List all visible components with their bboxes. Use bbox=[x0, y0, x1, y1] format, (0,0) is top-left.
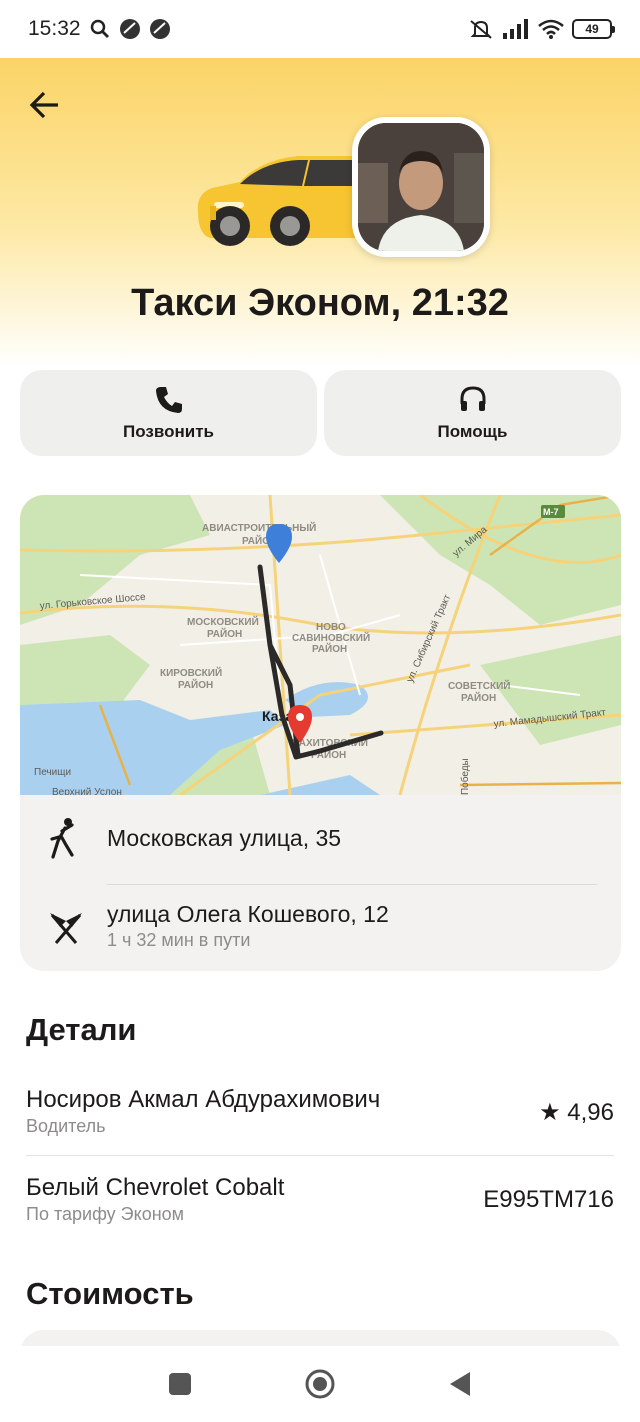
status-time: 15:32 bbox=[28, 17, 81, 40]
arrow-left-icon bbox=[29, 91, 58, 119]
driver-name: Носиров Акмал Абдурахимович bbox=[26, 1086, 381, 1113]
map-label-savinovsky: САВИНОВСКИЙ bbox=[292, 631, 370, 644]
search-icon bbox=[90, 19, 109, 38]
driver-row[interactable]: Носиров Акмал Абдурахимович Водитель ★ 4… bbox=[26, 1086, 614, 1137]
map-label-savinovsky-district: РАЙОН bbox=[312, 642, 347, 655]
map-label-aviastroitelny: АВИАСТРОИТЕЛЬНЫЙ bbox=[202, 521, 316, 534]
silent-bell-icon bbox=[470, 20, 492, 39]
map-label-pechishchi: Печищи bbox=[34, 767, 71, 778]
map-label-novo: НОВО bbox=[316, 622, 346, 633]
call-button-label: Позвонить bbox=[123, 422, 214, 441]
details-divider bbox=[26, 1155, 614, 1156]
headset-icon bbox=[460, 386, 485, 411]
driver-avatar bbox=[352, 117, 490, 257]
home-button[interactable] bbox=[300, 1364, 340, 1404]
route-map[interactable]: АВИАСТРОИТЕЛЬНЫЙ РАЙОН МОСКОВСКИЙ РАЙОН … bbox=[20, 495, 621, 795]
map-label-verkhny-uslon: Верхний Услон bbox=[52, 787, 122, 795]
pickup-address: Московская улица, 35 bbox=[107, 825, 342, 851]
map-label-sovetsky: СОВЕТСКИЙ bbox=[448, 679, 510, 692]
map-label-pobedy: Победы bbox=[459, 758, 471, 795]
details-title: Детали bbox=[26, 1012, 137, 1047]
help-button-label: Помощь bbox=[437, 422, 508, 441]
call-button[interactable]: Позвонить bbox=[20, 370, 317, 456]
system-navigation-bar bbox=[0, 1346, 640, 1422]
driver-role: Водитель bbox=[26, 1116, 106, 1136]
triangle-back-icon bbox=[450, 1372, 470, 1396]
back-nav-button[interactable] bbox=[440, 1364, 480, 1404]
map-label-moskovsky-district: РАЙОН bbox=[207, 627, 242, 640]
map-label-kirovsky: КИРОВСКИЙ bbox=[160, 666, 222, 679]
status-bar: 15:32 49 bbox=[0, 0, 640, 58]
wifi-icon bbox=[538, 19, 564, 39]
circle-icon bbox=[305, 1369, 335, 1399]
signal-icon bbox=[503, 19, 528, 39]
map-label-m7: М-7 bbox=[543, 507, 559, 517]
notification-app-icon bbox=[119, 19, 140, 39]
help-button[interactable]: Помощь bbox=[324, 370, 621, 456]
order-title: Такси Эконом, 21:32 bbox=[131, 282, 509, 324]
destination-row[interactable]: улица Олега Кошевого, 12 1 ч 32 мин в пу… bbox=[20, 885, 621, 971]
route-card: АВИАСТРОИТЕЛЬНЫЙ РАЙОН МОСКОВСКИЙ РАЙОН … bbox=[20, 495, 621, 971]
square-icon bbox=[169, 1373, 191, 1395]
trip-duration: 1 ч 32 мин в пути bbox=[107, 930, 251, 950]
checkered-flags-icon bbox=[50, 913, 82, 944]
map-label-kirovsky-district: РАЙОН bbox=[178, 678, 213, 691]
walking-person-icon bbox=[50, 818, 74, 859]
map-label-sovetsky-district: РАЙОН bbox=[461, 691, 496, 704]
pickup-row[interactable]: Московская улица, 35 bbox=[20, 795, 621, 883]
driver-rating: ★ 4,96 bbox=[539, 1099, 614, 1126]
driver-photo bbox=[358, 123, 484, 251]
phone-icon bbox=[155, 387, 182, 413]
car-row[interactable]: Белый Chevrolet Cobalt По тарифу Эконом … bbox=[26, 1174, 614, 1225]
recents-button[interactable] bbox=[160, 1364, 200, 1404]
car-plate: Е995ТМ716 bbox=[483, 1186, 614, 1213]
map-label-moskovsky: МОСКОВСКИЙ bbox=[187, 615, 259, 628]
battery-indicator: 49 bbox=[572, 19, 615, 39]
destination-address: улица Олега Кошевого, 12 bbox=[107, 901, 389, 927]
back-button[interactable] bbox=[24, 84, 66, 126]
notification-app-icon-2 bbox=[149, 19, 170, 39]
cost-title: Стоимость bbox=[26, 1276, 194, 1311]
